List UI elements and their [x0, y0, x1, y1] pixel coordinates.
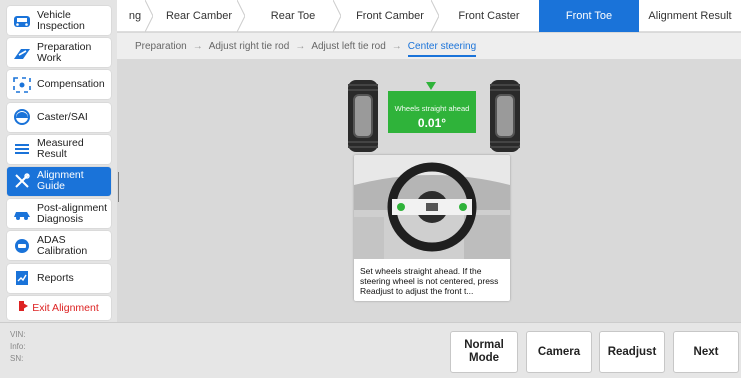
sidebar-item-alignment-guide[interactable]: Alignment Guide	[7, 166, 111, 196]
sidebar-item-post-alignment-diagnosis[interactable]: Post-alignment Diagnosis	[7, 199, 111, 229]
substep-adjust-left-tie-rod[interactable]: Adjust left tie rod	[311, 41, 385, 52]
tab-front-caster[interactable]: Front Caster	[439, 0, 539, 32]
substep-breadcrumb: Preparation → Adjust right tie rod → Adj…	[117, 33, 741, 59]
target-arrows-icon	[11, 74, 33, 96]
tab-partial[interactable]: ng	[117, 0, 153, 32]
sidebar-item-label: Compensation	[37, 78, 105, 91]
steering-wheel-image	[354, 155, 510, 259]
sidebar-item-label: Measured Result	[37, 137, 84, 161]
next-button[interactable]: Next	[673, 331, 739, 373]
step-tabs: ng Rear Camber Rear Toe Front Camber Fro…	[117, 0, 741, 32]
instruction-card: Set wheels straight ahead. If the steeri…	[354, 155, 510, 301]
main-content: Wheels straight ahead 0.01° Set wheels s…	[119, 60, 741, 322]
substep-adjust-right-tie-rod[interactable]: Adjust right tie rod	[209, 41, 290, 52]
substep-preparation[interactable]: Preparation	[135, 41, 187, 52]
arrow-right-icon: →	[391, 40, 402, 52]
sidebar-item-label: Alignment Guide	[37, 169, 84, 193]
tab-front-camber[interactable]: Front Camber	[341, 0, 439, 32]
radar-icon	[11, 235, 33, 257]
tab-label: Front Camber	[356, 10, 424, 22]
sidebar-item-label: Caster/SAI	[37, 110, 88, 123]
sidebar-item-label: Preparation Work	[37, 40, 92, 64]
tools-icon	[11, 170, 33, 192]
readjust-button[interactable]: Readjust	[599, 331, 665, 373]
tab-label: ng	[128, 10, 142, 22]
left-front-wheel	[348, 80, 378, 152]
vin-label: VIN:	[10, 330, 26, 339]
sidebar-item-caster-sai[interactable]: Caster/SAI	[7, 102, 111, 132]
car-side-icon	[11, 203, 33, 225]
wrench-plate-icon	[11, 42, 33, 64]
exit-alignment-label: Exit Alignment	[32, 301, 99, 314]
substep-center-steering[interactable]: Center steering	[407, 41, 477, 57]
tab-front-toe[interactable]: Front Toe	[539, 0, 639, 32]
sidebar-item-adas-calibration[interactable]: ADAS Calibration	[7, 231, 111, 261]
right-front-wheel	[490, 80, 520, 152]
toe-value: 0.01°	[417, 116, 447, 130]
arrow-right-icon: →	[295, 40, 306, 52]
vehicle-info: VIN: Info: SN:	[10, 329, 26, 365]
center-marker-icon	[426, 82, 436, 90]
info-label: Info:	[10, 342, 26, 351]
toe-status-box: Wheels straight ahead 0.01°	[388, 91, 476, 133]
sn-label: SN:	[10, 354, 24, 363]
tab-label: Alignment Result	[648, 10, 732, 22]
tab-rear-camber[interactable]: Rear Camber	[153, 0, 245, 32]
tab-label: Front Caster	[458, 10, 520, 22]
instruction-text: Set wheels straight ahead. If the steeri…	[360, 266, 499, 296]
list-icon	[11, 138, 33, 160]
camera-button[interactable]: Camera	[526, 331, 592, 373]
tab-label: Rear Toe	[270, 10, 316, 22]
normal-mode-button[interactable]: Normal Mode	[450, 331, 518, 373]
sidebar-item-label: Vehicle Inspection	[37, 8, 85, 32]
exit-icon	[19, 301, 29, 314]
sidebar-item-label: Reports	[37, 271, 74, 284]
sidebar-item-label: Post-alignment Diagnosis	[37, 201, 108, 225]
tab-rear-toe[interactable]: Rear Toe	[245, 0, 341, 32]
sidebar-item-reports[interactable]: Reports	[7, 263, 111, 293]
bottom-bar: VIN: Info: SN: Normal Mode Camera Readju…	[0, 322, 741, 378]
sidebar-item-vehicle-inspection[interactable]: Vehicle Inspection	[7, 6, 111, 35]
sidebar-item-preparation-work[interactable]: Preparation Work	[7, 38, 111, 68]
arrow-right-icon: →	[192, 40, 203, 52]
sidebar: Vehicle Inspection Preparation Work Comp…	[0, 0, 117, 322]
toe-status-label: Wheels straight ahead	[394, 104, 470, 113]
car-front-icon	[11, 10, 33, 32]
report-icon	[11, 267, 33, 289]
sidebar-item-compensation[interactable]: Compensation	[7, 70, 111, 100]
tab-alignment-result[interactable]: Alignment Result	[639, 0, 741, 32]
sidebar-item-measured-result[interactable]: Measured Result	[7, 134, 111, 164]
tab-label: Rear Camber	[165, 10, 233, 22]
gauge-icon	[11, 106, 33, 128]
sidebar-item-label: ADAS Calibration	[37, 233, 88, 257]
exit-alignment-button[interactable]: Exit Alignment	[7, 295, 111, 320]
tab-label: Front Toe	[565, 10, 613, 22]
